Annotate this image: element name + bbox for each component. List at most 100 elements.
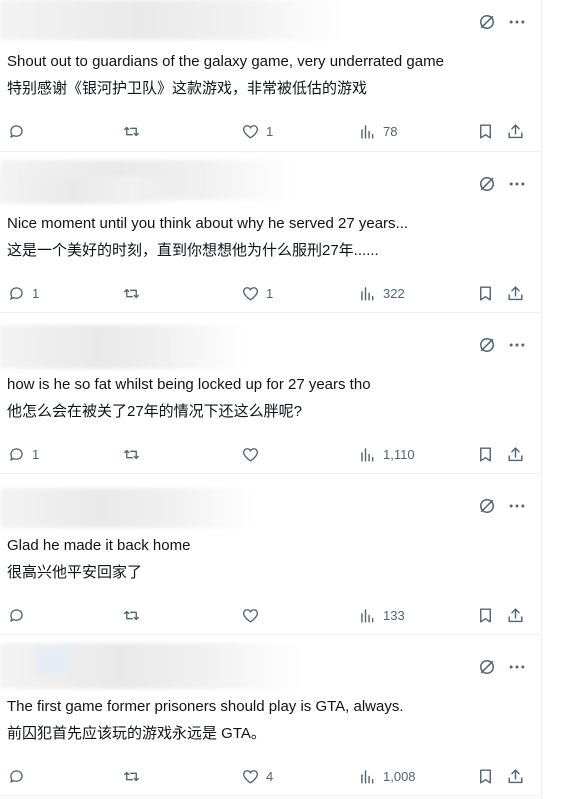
blurred-user-handle bbox=[0, 176, 185, 204]
views-icon bbox=[358, 284, 377, 303]
share-button[interactable] bbox=[506, 765, 525, 787]
reply-icon bbox=[7, 122, 26, 141]
reply-item[interactable]: Glad he made it back home 很高兴他平安回家了 133 bbox=[0, 474, 541, 635]
share-button[interactable] bbox=[506, 443, 525, 465]
bookmark-icon bbox=[476, 767, 495, 786]
reply-count: 1 bbox=[32, 446, 40, 462]
reply-item[interactable]: Shout out to guardians of the galaxy gam… bbox=[0, 0, 541, 152]
reply-text-en: how is he so fat whilst being locked up … bbox=[7, 376, 371, 393]
reply-text-en: The first game former prisoners should p… bbox=[7, 698, 404, 715]
like-count: 1 bbox=[266, 285, 274, 301]
views-icon bbox=[358, 122, 377, 141]
reply-icon bbox=[7, 284, 26, 303]
views-button[interactable]: 322 bbox=[358, 282, 405, 304]
share-button[interactable] bbox=[506, 282, 525, 304]
views-button[interactable]: 1,008 bbox=[358, 765, 416, 787]
share-icon bbox=[506, 284, 525, 303]
bookmark-button[interactable] bbox=[476, 604, 495, 626]
more-icon[interactable] bbox=[507, 12, 527, 32]
like-button[interactable]: 1 bbox=[241, 120, 273, 142]
share-button[interactable] bbox=[506, 120, 525, 142]
action-bar: 1 1 322 bbox=[0, 282, 541, 304]
reply-item[interactable]: The first game former prisoners should p… bbox=[0, 635, 541, 796]
grok-icon[interactable] bbox=[477, 657, 497, 677]
share-icon bbox=[506, 767, 525, 786]
share-button[interactable] bbox=[506, 604, 525, 626]
heart-icon bbox=[241, 284, 260, 303]
reply-button[interactable] bbox=[7, 604, 32, 626]
view-count: 1,110 bbox=[383, 446, 415, 462]
reply-text-en: Glad he made it back home bbox=[7, 537, 191, 554]
action-bar: 1 1,110 bbox=[0, 443, 541, 465]
bookmark-icon bbox=[476, 284, 495, 303]
retweet-icon bbox=[122, 445, 141, 464]
like-button[interactable] bbox=[241, 443, 266, 465]
reply-text-zh: 特别感谢《银河护卫队》这款游戏，非常被低估的游戏 bbox=[7, 80, 368, 97]
view-count: 1,008 bbox=[383, 768, 416, 784]
like-count: 4 bbox=[266, 768, 274, 784]
bookmark-icon bbox=[476, 122, 495, 141]
bookmark-button[interactable] bbox=[476, 765, 495, 787]
views-button[interactable]: 133 bbox=[358, 604, 405, 626]
heart-icon bbox=[241, 767, 260, 786]
views-button[interactable]: 1,110 bbox=[358, 443, 415, 465]
reply-count: 1 bbox=[32, 285, 40, 301]
view-count: 322 bbox=[383, 285, 405, 301]
grok-icon[interactable] bbox=[477, 174, 497, 194]
action-bar: 1 78 bbox=[0, 120, 541, 142]
retweet-button[interactable] bbox=[122, 604, 141, 626]
retweet-button[interactable] bbox=[122, 443, 141, 465]
views-icon bbox=[358, 767, 377, 786]
reply-button[interactable] bbox=[7, 120, 32, 142]
bookmark-button[interactable] bbox=[476, 443, 495, 465]
reply-button[interactable]: 1 bbox=[7, 282, 39, 304]
retweet-icon bbox=[122, 284, 141, 303]
action-bar: 133 bbox=[0, 604, 541, 626]
like-count: 1 bbox=[266, 123, 274, 139]
bookmark-button[interactable] bbox=[476, 120, 495, 142]
views-button[interactable]: 78 bbox=[358, 120, 397, 142]
reply-text-zh: 很高兴他平安回家了 bbox=[7, 564, 143, 581]
retweet-button[interactable] bbox=[122, 282, 141, 304]
reply-icon bbox=[7, 606, 26, 625]
reply-item[interactable]: how is he so fat whilst being locked up … bbox=[0, 313, 541, 474]
views-icon bbox=[358, 606, 377, 625]
more-icon[interactable] bbox=[507, 496, 527, 516]
replies-feed: Shout out to guardians of the galaxy gam… bbox=[0, 0, 542, 799]
retweet-icon bbox=[122, 767, 141, 786]
reply-text-zh: 前囚犯首先应该玩的游戏永远是 GTA。 bbox=[7, 725, 266, 742]
more-icon[interactable] bbox=[507, 657, 527, 677]
like-button[interactable]: 1 bbox=[241, 282, 273, 304]
grok-icon[interactable] bbox=[477, 335, 497, 355]
retweet-icon bbox=[122, 122, 141, 141]
reply-text-en: Nice moment until you think about why he… bbox=[7, 215, 409, 232]
heart-icon bbox=[241, 122, 260, 141]
blurred-avatar bbox=[36, 647, 72, 675]
blurred-user-header bbox=[0, 0, 345, 40]
view-count: 133 bbox=[383, 607, 405, 623]
reply-text-en: Shout out to guardians of the galaxy gam… bbox=[7, 53, 444, 70]
reply-text-zh: 这是一个美好的时刻，直到你想想他为什么服刑27年...... bbox=[7, 242, 379, 259]
reply-button[interactable] bbox=[7, 765, 32, 787]
retweet-button[interactable] bbox=[122, 765, 141, 787]
more-icon[interactable] bbox=[507, 174, 527, 194]
views-icon bbox=[358, 445, 377, 464]
like-button[interactable]: 4 bbox=[241, 765, 273, 787]
blurred-user-header bbox=[0, 488, 255, 528]
bookmark-button[interactable] bbox=[476, 282, 495, 304]
retweet-button[interactable] bbox=[122, 120, 141, 142]
reply-icon bbox=[7, 767, 26, 786]
grok-icon[interactable] bbox=[477, 496, 497, 516]
share-icon bbox=[506, 122, 525, 141]
heart-icon bbox=[241, 606, 260, 625]
reply-button[interactable]: 1 bbox=[7, 443, 39, 465]
grok-icon[interactable] bbox=[477, 12, 497, 32]
bookmark-icon bbox=[476, 445, 495, 464]
share-icon bbox=[506, 606, 525, 625]
like-button[interactable] bbox=[241, 604, 266, 626]
more-icon[interactable] bbox=[507, 335, 527, 355]
action-bar: 4 1,008 bbox=[0, 765, 541, 787]
blurred-user-header bbox=[0, 325, 245, 369]
heart-icon bbox=[241, 445, 260, 464]
reply-item[interactable]: Nice moment until you think about why he… bbox=[0, 152, 541, 313]
